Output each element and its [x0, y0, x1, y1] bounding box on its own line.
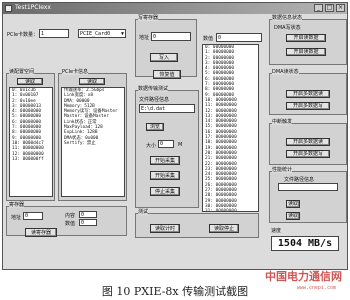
- write-addr-label: 地址: [139, 35, 150, 41]
- register-write-group: 写寄存器 地址 写入: [135, 14, 197, 77]
- test-bottom-group: 测试 读取计时 读取停止: [135, 208, 259, 238]
- interrupt-multi-read-button[interactable]: 开启多数据读: [286, 138, 330, 146]
- data-test-group: 数据传输测试 文件路径信息 浏览 大小 M 开始采集 开始采集 停止采集: [135, 85, 199, 208]
- reg-content-label: 内容: [65, 213, 76, 219]
- list-item[interactable]: 31: 00000000: [203, 209, 258, 211]
- data-test-title: 数据传输测试: [138, 85, 169, 92]
- interrupt-title: 中断触发: [272, 118, 293, 125]
- read-stop-button[interactable]: 读取停止: [209, 224, 239, 233]
- start-read-data-button-2[interactable]: 开启读数据: [286, 48, 326, 56]
- card-select[interactable]: PCIE_Card0 ▼: [78, 29, 126, 38]
- start-capture-button[interactable]: 开始采集: [150, 156, 180, 165]
- size-label: 大小: [146, 143, 157, 149]
- reg-content-field[interactable]: [79, 211, 97, 218]
- app-icon: [5, 5, 12, 12]
- card-select-value: PCIE_Card0: [80, 30, 111, 37]
- maximize-icon[interactable]: □: [325, 4, 334, 12]
- size-field[interactable]: [158, 140, 174, 148]
- dma-read-title: DMA读状态: [272, 68, 299, 75]
- config-space-list[interactable]: 0: 0x1c3b 1: 0x00107 2: 0x10ee 3: 00000013 4…: [9, 87, 53, 197]
- file-path-field[interactable]: [139, 104, 195, 113]
- start-read-data-button[interactable]: 开启读数据: [286, 34, 326, 42]
- speed-label: 速度: [271, 228, 282, 234]
- browse-button[interactable]: 浏览: [146, 123, 164, 131]
- title-bar[interactable]: Test1PCIexx _ □ ×: [3, 3, 347, 14]
- pcie-info-title: PCIe卡信息: [62, 68, 89, 75]
- start-capture-button-2[interactable]: 开始采集: [150, 171, 180, 180]
- dma-write-status-label: DMA写状态: [274, 25, 301, 31]
- watermark-logo: 中国电力通信网: [265, 270, 342, 283]
- pcie-info-list[interactable]: 传输速率：2.5Gbps Link宽度：x8 DMA：00000 Memory：512…: [61, 87, 125, 197]
- list-item[interactable]: 13: 000000ff: [10, 157, 52, 162]
- write-addr-field[interactable]: [151, 32, 191, 41]
- stop-capture-button[interactable]: 停止采集: [150, 187, 180, 196]
- restore-button[interactable]: 恢复值: [153, 70, 181, 79]
- performance-title: 性能统计: [272, 166, 293, 173]
- config-space-title: 读配置空间: [9, 68, 35, 75]
- read-timer-button[interactable]: 读取计时: [150, 224, 180, 233]
- perf-read-button-2[interactable]: 读取: [286, 212, 300, 220]
- perf-read-button[interactable]: 读取: [286, 200, 300, 208]
- data-status-title: 数据信息状态: [272, 14, 303, 21]
- window-controls: _ □ ×: [314, 4, 345, 12]
- start-multi-read-button[interactable]: 开启多数据读: [286, 90, 330, 98]
- dma-read-group: DMA读状态 开启多数据读 开启多数据写: [269, 68, 347, 115]
- figure-caption: 图 10 PXIE-8x 传输测试截图: [101, 285, 249, 298]
- perf-file-label: 文件路径信息: [284, 177, 315, 183]
- reg-result-label: 数值: [65, 221, 76, 227]
- start-multi-write-button[interactable]: 开启多数据写: [286, 102, 330, 110]
- reg-result-field[interactable]: [79, 219, 97, 226]
- config-read-button[interactable]: 读取: [17, 78, 43, 85]
- size-unit: M: [178, 142, 183, 148]
- write-value-field[interactable]: [216, 33, 262, 42]
- reg-addr-label: 地址: [11, 215, 22, 221]
- pcie-info-read-button[interactable]: 读取: [79, 78, 105, 85]
- write-button[interactable]: 写入: [150, 53, 178, 62]
- card-count-label: PCIe卡数量：: [7, 32, 39, 38]
- register-dump-list[interactable]: 0: 00000000 1: 00000000 2: 00000000 3: 0000…: [202, 44, 259, 212]
- interrupt-multi-write-button[interactable]: 开启多数据写: [286, 150, 330, 158]
- card-count-field[interactable]: [39, 29, 69, 38]
- write-value-label: 数值: [203, 36, 214, 42]
- read-register-button[interactable]: 读寄存器: [25, 228, 57, 237]
- interrupt-group: 中断触发 开启多数据读 开启多数据写: [269, 118, 347, 165]
- speed-display: 1504 MB/s: [271, 236, 339, 251]
- window-title: Test1PCIexx: [15, 4, 51, 11]
- config-space-group: 读配置空间 读取 0: 0x1c3b 1: 0x00107 2: 0x10ee 3: …: [6, 68, 55, 201]
- data-status-group: 数据信息状态 DMA写状态 开启读数据 开启读数据: [269, 14, 347, 65]
- register-write-title: 写寄存器: [138, 14, 159, 21]
- pcie-info-group: PCIe卡信息 读取 传输速率：2.5Gbps Link宽度：x8 DMA：0000…: [58, 68, 127, 201]
- test-bottom-label: 测试: [138, 208, 149, 215]
- app-window: Test1PCIexx _ □ × PCIe卡数量： PCIE_Card0 ▼ …: [2, 2, 348, 270]
- register-bottom-label: 寄存器: [9, 201, 25, 208]
- list-item[interactable]: Sertify：禁止: [62, 141, 124, 146]
- minimize-icon[interactable]: _: [314, 4, 323, 12]
- reg-addr-field[interactable]: [23, 212, 43, 220]
- performance-group: 性能统计 文件路径信息 读取 读取: [269, 166, 347, 223]
- file-path-label: 文件路径信息: [139, 97, 170, 103]
- close-icon[interactable]: ×: [336, 4, 345, 12]
- perf-file-field[interactable]: [278, 183, 338, 191]
- chevron-down-icon: ▼: [120, 30, 124, 37]
